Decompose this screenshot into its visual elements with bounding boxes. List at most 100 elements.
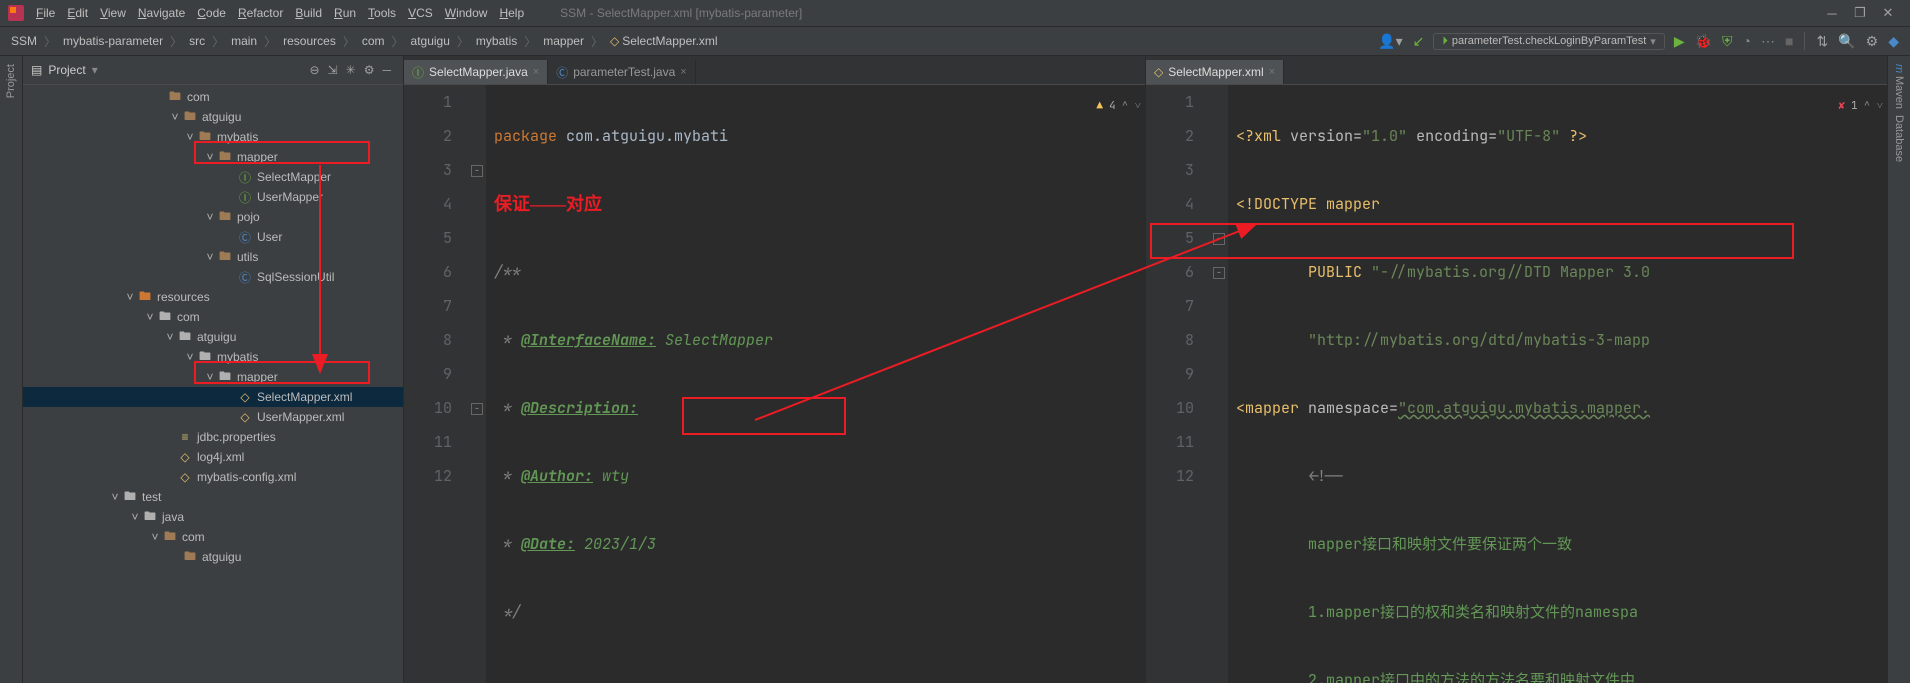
right-code[interactable]: ✘1 ^ ˅ 123456789101112 - - <?xml version…	[1146, 85, 1887, 683]
menu-edit[interactable]: Edit	[61, 4, 94, 22]
editor-tab[interactable]: ⒸparameterTest.java×	[548, 60, 696, 84]
debug-icon[interactable]: 🐞	[1690, 33, 1717, 50]
tree-node[interactable]: ◇SelectMapper.xml	[23, 387, 403, 407]
coverage-icon[interactable]: ⛨	[1717, 33, 1738, 50]
crumb[interactable]: ◇SelectMapper.xml	[605, 32, 723, 50]
minimize-icon[interactable]: ─	[1818, 6, 1846, 21]
right-sidetab[interactable]: m Maven Database	[1887, 56, 1910, 683]
maximize-icon[interactable]: ❐	[1846, 5, 1874, 21]
line-number: 1	[416, 85, 452, 119]
intf-icon: Ⓘ	[237, 189, 253, 205]
menu-vcs[interactable]: VCS	[402, 4, 439, 22]
menu-refactor[interactable]: Refactor	[232, 4, 289, 22]
tree-node[interactable]: 🖿atguigu	[23, 547, 403, 567]
tree-node[interactable]: ◇mybatis-config.xml	[23, 467, 403, 487]
tree-node[interactable]: ˅🖿mapper	[23, 147, 403, 167]
tree-node[interactable]: ˅🖿mybatis	[23, 127, 403, 147]
close-icon[interactable]: ✕	[1874, 5, 1902, 21]
tree-node[interactable]: ⒾUserMapper	[23, 187, 403, 207]
line-number: 7	[416, 289, 452, 323]
expand-all-icon[interactable]: ⇲	[324, 63, 342, 77]
project-selector[interactable]: ▤ Project ▾	[31, 63, 98, 77]
tree-label: resources	[157, 290, 210, 304]
crumb[interactable]: mybatis-parameter	[58, 32, 168, 50]
tree-node[interactable]: ˅🖿com	[23, 307, 403, 327]
user-icon[interactable]: 👤▾	[1373, 33, 1407, 50]
more-run-icon[interactable]: ⋯	[1756, 33, 1780, 50]
run-config-selector[interactable]: ⏵parameterTest.checkLoginByParamTest▾	[1433, 33, 1664, 50]
tree-node[interactable]: ˅🖿mapper	[23, 367, 403, 387]
tree-node[interactable]: ⒾSelectMapper	[23, 167, 403, 187]
project-tree[interactable]: 🖿com˅🖿atguigu˅🖿mybatis˅🖿mapperⒾSelectMap…	[23, 85, 403, 683]
crumb[interactable]: com	[357, 32, 390, 50]
line-number: 2	[1158, 119, 1194, 153]
left-sidetab-project[interactable]: Project	[0, 56, 23, 683]
menu-run[interactable]: Run	[328, 4, 362, 22]
tree-node[interactable]: ˅🖿atguigu	[23, 327, 403, 347]
menu-help[interactable]: Help	[493, 4, 530, 22]
profile-icon[interactable]: ◔	[1738, 33, 1756, 49]
xml-icon: ◇	[237, 389, 253, 405]
tree-label: com	[187, 90, 210, 104]
tree-node[interactable]: ˅🖿java	[23, 507, 403, 527]
crumb[interactable]: main	[226, 32, 262, 50]
crumb[interactable]: SSM	[6, 32, 42, 50]
close-tab-icon[interactable]: ×	[1269, 66, 1275, 78]
menu-code[interactable]: Code	[191, 4, 232, 22]
close-tab-icon[interactable]: ×	[680, 66, 686, 78]
editor-tab[interactable]: ⒾSelectMapper.java×	[404, 60, 548, 84]
menu-build[interactable]: Build	[289, 4, 328, 22]
line-number: 11	[416, 425, 452, 459]
stop-icon[interactable]: ■	[1780, 33, 1798, 49]
tree-node[interactable]: ≡jdbc.properties	[23, 427, 403, 447]
menu-tools[interactable]: Tools	[362, 4, 402, 22]
intf-icon: Ⓘ	[412, 64, 424, 81]
run-icon[interactable]: ▶	[1669, 33, 1690, 50]
tree-node[interactable]: ˅🖿resources	[23, 287, 403, 307]
close-tab-icon[interactable]: ×	[533, 66, 539, 78]
project-settings-icon[interactable]: ⚙	[360, 63, 379, 77]
menu-view[interactable]: View	[94, 4, 132, 22]
tree-label: log4j.xml	[197, 450, 244, 464]
tree-node[interactable]: ˅🖿atguigu	[23, 107, 403, 127]
hide-icon[interactable]: ─	[378, 63, 395, 77]
tree-node[interactable]: ◇UserMapper.xml	[23, 407, 403, 427]
tree-node[interactable]: ˅🖿utils	[23, 247, 403, 267]
tree-node[interactable]: ⒸSqlSessionUtil	[23, 267, 403, 287]
tree-node[interactable]: ˅🖿mybatis	[23, 347, 403, 367]
menu-window[interactable]: Window	[439, 4, 494, 22]
tree-node[interactable]: 🖿com	[23, 87, 403, 107]
collapse-all-icon[interactable]: ✳	[342, 63, 360, 77]
menu-navigate[interactable]: Navigate	[132, 4, 191, 22]
breadcrumb[interactable]: SSM〉mybatis-parameter〉src〉main〉resources…	[6, 32, 723, 50]
tree-node[interactable]: ˅🖿pojo	[23, 207, 403, 227]
menu-file[interactable]: File	[30, 4, 61, 22]
update-icon[interactable]: ⇅	[1811, 33, 1833, 50]
search-icon[interactable]: 🔍	[1833, 33, 1860, 50]
folder-icon: 🖿	[177, 329, 193, 345]
crumb[interactable]: src	[184, 32, 210, 50]
tree-node[interactable]: ˅🖿test	[23, 487, 403, 507]
left-code[interactable]: ▲▲4 ^ ˅4 ^ ˅ 123456789101112 - - package…	[404, 85, 1145, 683]
xml-icon: ◇	[237, 409, 253, 425]
main: Project ▤ Project ▾ ⊖ ⇲ ✳ ⚙ ─ 🖿com˅🖿atgu…	[0, 56, 1910, 683]
crumb[interactable]: atguigu	[406, 32, 455, 50]
select-opened-icon[interactable]: ⊖	[306, 63, 324, 77]
crumb[interactable]: mapper	[538, 32, 589, 50]
annotation-red-1: 保证——对应	[494, 194, 602, 214]
ide-logo-icon	[8, 5, 24, 21]
crumb[interactable]: resources	[278, 32, 341, 50]
tree-label: mybatis	[217, 350, 258, 364]
line-number: 12	[416, 459, 452, 493]
settings-icon[interactable]: ⚙	[1861, 33, 1884, 50]
tree-node[interactable]: ⒸUser	[23, 227, 403, 247]
tree-label: User	[257, 230, 282, 244]
tree-node[interactable]: ◇log4j.xml	[23, 447, 403, 467]
tree-node[interactable]: ˅🖿com	[23, 527, 403, 547]
crumb[interactable]: mybatis	[471, 32, 522, 50]
back-icon[interactable]: ↙	[1408, 33, 1430, 50]
editor-tab[interactable]: ◇SelectMapper.xml×	[1146, 60, 1284, 84]
tree-label: mybatis-config.xml	[197, 470, 296, 484]
line-number: 7	[1158, 289, 1194, 323]
avatar-icon[interactable]: ◆	[1883, 33, 1904, 50]
